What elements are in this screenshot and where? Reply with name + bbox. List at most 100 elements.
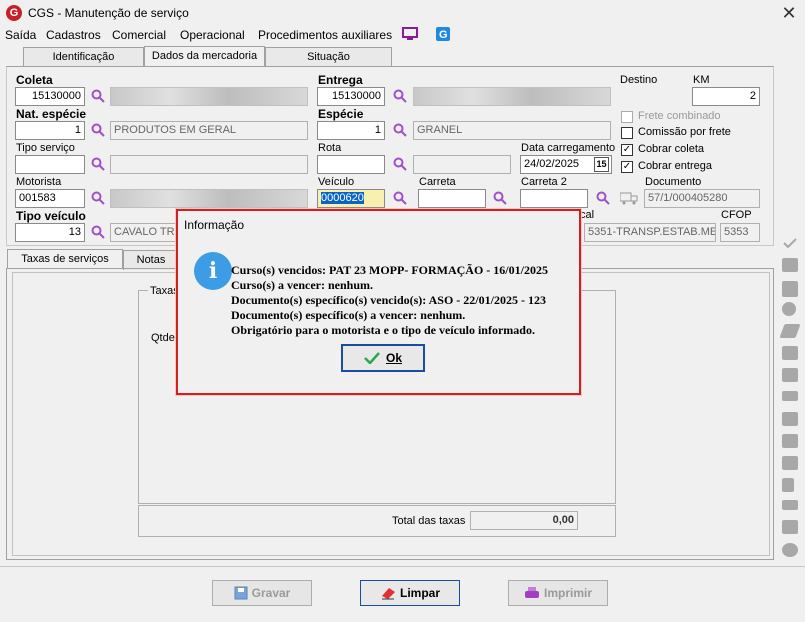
tab-taxas-servicos[interactable]: Taxas de serviços [7, 249, 123, 269]
comissao-frete-label: Comissão por frete [638, 126, 731, 138]
rota-input[interactable] [317, 155, 385, 174]
dialog-message-line: Obrigatório para o motorista e o tipo de… [231, 323, 535, 337]
entrega-label: Entrega [318, 73, 363, 87]
carreta-input[interactable] [418, 189, 486, 208]
toolbar-icon-13[interactable] [782, 520, 798, 534]
check-icon[interactable] [782, 237, 798, 249]
destino-label: Destino [620, 74, 658, 86]
cobrar-entrega-checkbox[interactable]: ✓ [621, 161, 633, 173]
truck-icon[interactable] [620, 191, 638, 205]
toolbar-icon-12[interactable] [782, 500, 798, 510]
app-logo-icon: G [6, 5, 22, 21]
coleta-input[interactable]: 15130000 [15, 87, 85, 106]
cobrar-entrega-label: Cobrar entrega [638, 160, 712, 172]
cobrar-coleta-checkbox[interactable]: ✓ [621, 144, 633, 156]
comissao-frete-checkbox[interactable] [621, 127, 633, 139]
search-icon[interactable] [91, 157, 105, 171]
imprimir-button[interactable]: Imprimir [508, 580, 608, 606]
tab-notas[interactable]: Notas [123, 250, 179, 270]
rota-label: Rota [318, 142, 342, 154]
svg-text:G: G [439, 29, 448, 41]
total-taxas-value: 0,00 [470, 511, 578, 530]
tab-situacao[interactable]: Situação [265, 47, 392, 66]
nat-especie-desc: PRODUTOS EM GERAL [110, 121, 308, 140]
especie-desc: GRANEL [413, 121, 611, 140]
toolbar-icon-2[interactable] [782, 281, 798, 297]
window-title: CGS - Manutenção de serviço [28, 6, 189, 20]
search-icon[interactable] [493, 191, 507, 205]
menu-cadastros[interactable]: Cadastros [46, 28, 101, 42]
cfop-input: 5353 [720, 223, 760, 242]
natureza-fiscal-input: 5351-TRANSP.ESTAB.ME [584, 223, 716, 242]
nat-especie-input[interactable]: 1 [15, 121, 85, 140]
entrega-input[interactable]: 15130000 [317, 87, 385, 106]
search-icon[interactable] [91, 89, 105, 103]
especie-input[interactable]: 1 [317, 121, 385, 140]
carreta-label: Carreta [419, 176, 456, 188]
calendar-icon[interactable]: 15 [594, 157, 609, 172]
nat-especie-label: Nat. espécie [16, 107, 87, 121]
tipo-servico-input[interactable] [15, 155, 85, 174]
tipo-veiculo-label: Tipo veículo [16, 209, 86, 223]
veiculo-label: Veículo [318, 176, 355, 188]
limpar-button[interactable]: Limpar [360, 580, 460, 606]
monitor-icon[interactable] [402, 27, 418, 41]
search-icon[interactable] [393, 89, 407, 103]
toolbar-icon-6[interactable] [782, 368, 798, 382]
motorista-input[interactable]: 001583 [15, 189, 85, 208]
search-icon[interactable] [393, 123, 407, 137]
tab-dados-mercadoria[interactable]: Dados da mercadoria [144, 46, 265, 66]
limpar-label: Limpar [399, 586, 440, 600]
frete-combinado-checkbox[interactable] [621, 111, 633, 123]
tipo-servico-desc [110, 155, 308, 174]
dialog-message-line: Documento(s) específico(s) a vencer: nen… [231, 308, 466, 322]
cobrar-coleta-label: Cobrar coleta [638, 143, 705, 155]
toolbar-icon-9[interactable] [782, 434, 798, 448]
toolbar-icon-14[interactable] [782, 543, 798, 557]
toolbar-icon-11[interactable] [782, 478, 794, 492]
search-icon[interactable] [91, 191, 105, 205]
save-icon [234, 586, 248, 600]
menu-operacional[interactable]: Operacional [180, 28, 245, 42]
toolbar-icon-10[interactable] [782, 456, 798, 470]
ok-label: Ok [385, 351, 402, 365]
ok-button[interactable]: Ok [341, 344, 425, 372]
search-icon[interactable] [596, 191, 610, 205]
menu-procedimentos[interactable]: Procedimentos auxiliares [258, 28, 392, 42]
toolbar-icon-4[interactable] [779, 324, 801, 338]
search-icon[interactable] [91, 123, 105, 137]
gravar-label: Gravar [251, 586, 291, 600]
motorista-label: Motorista [16, 176, 62, 188]
data-carregamento-label: Data carregamento [521, 142, 616, 154]
imprimir-label: Imprimir [543, 586, 592, 600]
tipo-veiculo-input[interactable]: 13 [15, 223, 85, 242]
toolbar-icon-7[interactable] [782, 391, 798, 401]
carreta2-input[interactable] [520, 189, 588, 208]
tipo-servico-label: Tipo serviço [16, 142, 75, 154]
menu-comercial[interactable]: Comercial [112, 28, 166, 42]
veiculo-input[interactable]: 0000620 [317, 189, 385, 208]
app-shortcut-icon[interactable]: G [436, 27, 450, 41]
carreta2-label: Carreta 2 [521, 176, 567, 188]
tipo-veiculo-desc: CAVALO TRU [110, 223, 178, 242]
toolbar-icon-8[interactable] [782, 412, 798, 426]
especie-label: Espécie [318, 107, 364, 121]
documento-label: Documento [645, 176, 702, 188]
gravar-button[interactable]: Gravar [212, 580, 312, 606]
toolbar-icon-1[interactable] [782, 258, 798, 272]
search-icon[interactable] [393, 157, 407, 171]
menu-saida[interactable]: Saída [5, 28, 36, 42]
search-icon[interactable] [91, 225, 105, 239]
toolbar-icon-5[interactable] [782, 346, 798, 360]
checkmark-icon [364, 352, 380, 365]
info-dialog: Informação i Curso(s) vencidos: PAT 23 M… [176, 209, 581, 395]
toolbar-icon-3[interactable] [782, 302, 796, 316]
coleta-desc-blurred [110, 87, 308, 106]
cfop-label: CFOP [721, 209, 752, 221]
printer-icon [524, 587, 539, 598]
km-input[interactable]: 2 [692, 87, 760, 106]
close-button[interactable]: ✕ [778, 3, 800, 23]
eraser-icon [381, 588, 395, 600]
tab-identificacao[interactable]: Identificação [23, 47, 144, 66]
search-icon[interactable] [393, 191, 407, 205]
